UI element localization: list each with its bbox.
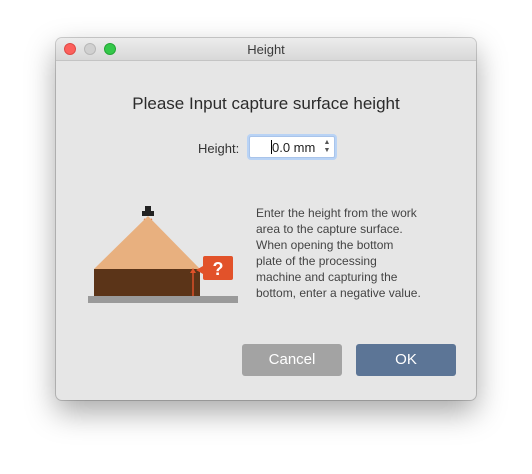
camera-body — [142, 211, 154, 216]
height-label: Height: — [198, 141, 240, 156]
camera-icon — [145, 206, 151, 211]
title-bar: Height — [56, 38, 476, 61]
height-dialog-window: Height Please Input capture surface heig… — [56, 38, 476, 400]
capture-cone — [94, 216, 200, 269]
help-text: Enter the height from the work area to t… — [256, 206, 421, 300]
cancel-button[interactable]: Cancel — [242, 344, 342, 376]
material-block — [94, 269, 200, 296]
work-area-base — [88, 296, 238, 303]
stepper-arrows-icon[interactable]: ▲ ▼ — [323, 139, 331, 155]
height-stepper[interactable]: 0.0 mm ▲ ▼ — [249, 136, 335, 158]
height-input[interactable]: 0.0 mm — [272, 140, 315, 155]
dialog-heading: Please Input capture surface height — [132, 94, 400, 113]
question-icon: ? — [213, 259, 224, 279]
stepper-up-icon[interactable]: ▲ — [323, 139, 331, 147]
ok-button[interactable]: OK — [356, 344, 456, 376]
capture-height-illustration: ? — [88, 206, 238, 303]
stepper-down-icon[interactable]: ▼ — [323, 147, 331, 155]
window-title: Height — [247, 42, 285, 57]
